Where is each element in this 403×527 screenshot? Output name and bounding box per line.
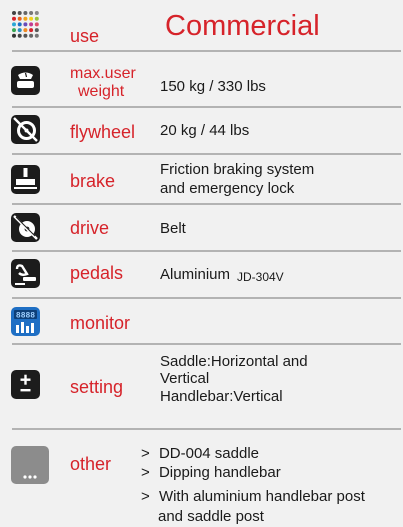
spec-value-max-user-weight: 150 kg / 330 lbs <box>160 78 266 95</box>
spec-label-pedals: pedals <box>70 263 124 283</box>
list-item: > DD-004 saddle <box>141 445 259 462</box>
spec-label-brake: brake <box>70 171 116 191</box>
grid-dot <box>23 28 28 33</box>
grid-dot <box>12 11 16 15</box>
spec-value-brake-line1: Friction braking system <box>160 161 315 178</box>
grid-dot <box>17 11 22 15</box>
grid-dot <box>17 16 22 21</box>
grid-dot <box>23 11 28 15</box>
grid-dot <box>29 28 34 33</box>
grid-dot <box>29 11 34 15</box>
spec-value-brake-line2: and emergency lock <box>160 180 295 197</box>
spec-label-max-user-weight-line1: max.user <box>70 65 136 82</box>
divider <box>12 428 401 430</box>
grid-dot <box>34 11 39 15</box>
divider <box>12 250 401 252</box>
grid-dot <box>12 33 16 38</box>
pedal-icon <box>11 259 40 288</box>
bullet-chevron: > <box>141 445 150 462</box>
monitor-digits: 8888 <box>16 312 35 321</box>
list-item-continuation: and saddle post <box>158 508 264 525</box>
grid-dot <box>23 22 28 27</box>
spec-label-monitor: monitor <box>70 313 131 333</box>
bullet-chevron: > <box>141 464 150 481</box>
spec-label-max-user-weight-line2: weight <box>78 83 125 100</box>
scale-icon <box>11 66 40 95</box>
spec-value-drive: Belt <box>160 220 186 237</box>
grid-dot <box>34 33 39 38</box>
grid-dot <box>34 28 39 33</box>
drive-disabled-icon <box>11 213 40 242</box>
grid-dot <box>29 16 34 21</box>
spec-value-setting-line3: Handlebar:Vertical <box>160 388 283 405</box>
spec-value-pedals-model: JD-304V <box>237 270 284 284</box>
spec-value-use: Commercial <box>165 10 320 42</box>
grid-dot <box>34 22 39 27</box>
dot-grid-icon <box>11 10 40 39</box>
grid-dot <box>12 16 16 21</box>
list-item-text: Dipping handlebar <box>158 464 281 481</box>
grid-dot <box>29 22 34 27</box>
spec-value-setting-line1: Saddle:Horizontal and <box>160 353 308 370</box>
brake-icon <box>11 165 40 194</box>
divider <box>12 343 401 345</box>
divider <box>12 153 401 155</box>
list-item: > With aluminium handlebar post <box>141 488 365 505</box>
spec-label-setting: setting <box>70 377 124 397</box>
spec-label-drive: drive <box>70 218 110 238</box>
grid-dot <box>17 33 22 38</box>
grid-dot <box>12 28 16 33</box>
grid-dot <box>17 28 22 33</box>
plus-minus-icon <box>11 370 40 399</box>
monitor-display-icon: 8888 <box>11 307 40 336</box>
bullet-chevron: > <box>141 488 150 505</box>
list-item-text: With aluminium handlebar post <box>158 488 365 505</box>
grid-dot <box>12 22 16 27</box>
flywheel-icon <box>11 115 40 144</box>
list-item: > Dipping handlebar <box>141 464 281 481</box>
grid-dot <box>17 22 22 27</box>
spec-label-flywheel: flywheel <box>70 122 136 142</box>
spec-label-other: other <box>70 454 112 474</box>
divider <box>12 203 401 205</box>
divider <box>12 106 401 108</box>
divider <box>12 297 401 299</box>
spec-value-pedals: Aluminium <box>160 266 231 283</box>
grid-dot <box>23 33 28 38</box>
spec-value-flywheel: 20 kg / 44 lbs <box>160 122 250 139</box>
grid-dot <box>23 16 28 21</box>
spec-value-setting-line2: Vertical <box>160 370 210 387</box>
spec-label-use: use <box>70 26 100 46</box>
list-item-text: DD-004 saddle <box>158 445 259 462</box>
divider <box>12 50 401 52</box>
more-icon <box>11 446 49 484</box>
grid-dot <box>29 33 34 38</box>
grid-dot <box>34 16 39 21</box>
